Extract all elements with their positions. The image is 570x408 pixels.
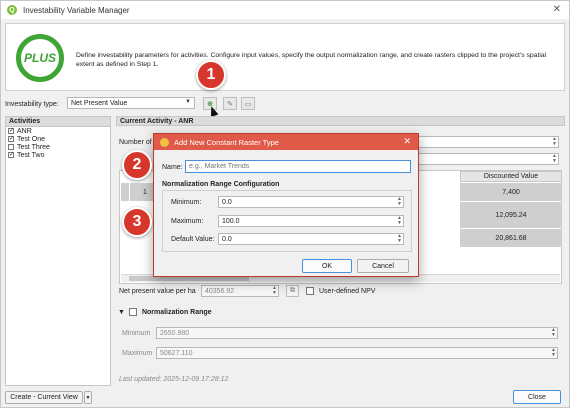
remove-raster-type-button[interactable]: ▭ (241, 97, 255, 110)
row-header[interactable] (121, 183, 129, 201)
cancel-button[interactable]: Cancel (357, 259, 409, 273)
callout-badge-2: 2 (122, 150, 152, 180)
callout-badge-3: 3 (122, 207, 152, 237)
investability-type-label: Investability type: (5, 100, 59, 108)
default-value-input[interactable]: 0.0 ▲ ▼ (218, 233, 404, 245)
normalization-max-label: Maximum (122, 350, 153, 357)
user-defined-npv-row[interactable]: User-defined NPV (306, 287, 375, 295)
maximum-label: Maximum: (171, 218, 204, 225)
investability-type-value: Net Present Value (71, 99, 128, 107)
activity-label: Test Two (17, 151, 45, 159)
normalization-max-input[interactable]: 50627.110 ▲ ▼ (156, 347, 558, 359)
name-label: Name: (162, 164, 183, 171)
spin-arrows-icon: ▲ ▼ (551, 327, 556, 338)
normalization-config-group: Minimum: 0.0 ▲ ▼ Maximum: 100.0 ▲ ▼ Defaul… (162, 190, 412, 252)
minimum-value: 0.0 (222, 198, 232, 206)
chevron-down-icon: ▼ (185, 99, 191, 105)
activity-item-test-two[interactable]: ✓ Test Two (6, 151, 110, 159)
activity-label: Test One (17, 135, 46, 143)
current-activity-header: Current Activity - ANR (116, 116, 565, 126)
minimum-input[interactable]: 0.0 ▲ ▼ (218, 196, 404, 208)
spin-arrows-icon: ▲ ▼ (397, 196, 402, 207)
group-title: Normalization Range Configuration (162, 181, 280, 188)
close-button[interactable]: Close (513, 390, 561, 404)
copy-icon[interactable]: ⧉ (286, 285, 299, 297)
normalization-section-header[interactable]: ▼ Normalization Range (118, 308, 212, 316)
default-value-label: Default Value: (171, 236, 215, 243)
ok-button-label: OK (321, 262, 333, 270)
create-current-view-button[interactable]: Create - Current View (5, 391, 83, 404)
collapse-triangle-icon[interactable]: ▼ (118, 309, 125, 316)
discounted-value-header: Discounted Value (460, 171, 562, 182)
minimum-label: Minimum: (171, 199, 202, 206)
activities-panel: Activities ✓ ANR ✓ Test One Test Three ✓… (5, 116, 111, 386)
checkbox-unchecked-icon[interactable] (8, 144, 14, 150)
create-options-dropdown[interactable]: ▼ (84, 391, 92, 404)
window-title: Investability Variable Manager (23, 5, 130, 15)
create-button-label: Create - Current View (10, 394, 78, 401)
qgis-app-icon: Q (7, 5, 17, 15)
main-window: Q Investability Variable Manager ✕ PLUS … (0, 0, 570, 408)
spin-arrows-icon: ▲ ▼ (397, 215, 402, 226)
close-icon[interactable]: ✕ (403, 136, 411, 147)
checkbox-checked-icon[interactable]: ✓ (8, 152, 14, 158)
number-of-years-label: Number of (119, 139, 152, 146)
title-bar: Q Investability Variable Manager ✕ (1, 1, 569, 19)
cplus-logo: PLUS (16, 34, 64, 82)
close-icon[interactable]: ✕ (553, 4, 561, 15)
callout-badge-1: 1 (196, 60, 226, 90)
checkbox-unchecked-icon[interactable] (306, 287, 314, 295)
dialog-title-bar: Add New Constant Raster Type ✕ (154, 134, 418, 150)
close-button-label: Close (528, 393, 546, 401)
normalization-min-input[interactable]: 2650.980 ▲ ▼ (156, 327, 558, 339)
logo-text: PLUS (23, 51, 56, 65)
cancel-button-label: Cancel (372, 262, 394, 270)
activity-item-test-three[interactable]: Test Three (6, 143, 110, 151)
table-cell[interactable]: 20,861.68 (460, 229, 562, 247)
activity-label: ANR (17, 127, 32, 135)
checkbox-unchecked-icon[interactable] (128, 308, 137, 316)
user-defined-npv-label: User-defined NPV (319, 287, 376, 295)
spin-arrows-icon: ▲ ▼ (272, 285, 277, 296)
spin-arrows-icon: ▲ ▼ (397, 233, 402, 244)
dialog-title: Add New Constant Raster Type (174, 137, 279, 147)
normalization-max-value: 50627.110 (160, 349, 193, 357)
default-value: 0.0 (222, 235, 232, 243)
activity-item-anr[interactable]: ✓ ANR (6, 127, 110, 135)
spin-arrows-icon: ▲ ▼ (552, 153, 557, 164)
activity-item-test-one[interactable]: ✓ Test One (6, 135, 110, 143)
activity-label: Test Three (17, 143, 50, 151)
npv-value: 40356.92 (205, 287, 235, 295)
banner-description: Define investability parameters for acti… (76, 52, 547, 68)
spin-arrows-icon: ▲ ▼ (551, 347, 556, 358)
checkbox-checked-icon[interactable]: ✓ (8, 128, 14, 134)
spin-arrows-icon: ▲ ▼ (552, 136, 557, 147)
npv-per-ha-label: Net present value per ha (119, 288, 196, 295)
normalization-range-label: Normalization Range (141, 308, 212, 316)
table-cell[interactable]: 12,095.24 (460, 202, 562, 228)
name-input[interactable] (185, 160, 411, 173)
last-updated-text: Last updated: 2025-12-09 17:28:12 (119, 376, 229, 383)
chevron-down-icon: ▼ (85, 394, 91, 401)
investability-toolbar: Investability type: (5, 97, 59, 111)
header-banner: PLUS Define investability parameters for… (5, 23, 565, 91)
npv-per-ha-input[interactable]: 40356.92 ▲ ▼ (201, 285, 279, 297)
add-raster-type-dialog: Add New Constant Raster Type ✕ Name: Nor… (153, 133, 419, 277)
investability-type-select[interactable]: Net Present Value ▼ (67, 97, 195, 109)
maximum-input[interactable]: 100.0 ▲ ▼ (218, 215, 404, 227)
edit-raster-type-button[interactable]: ✎ (223, 97, 237, 110)
normalization-min-label: Minimum (122, 330, 151, 337)
normalization-min-value: 2650.980 (160, 329, 190, 337)
dialog-app-icon (160, 137, 169, 147)
ok-button[interactable]: OK (302, 259, 352, 273)
activities-header: Activities (6, 117, 110, 127)
maximum-value: 100.0 (222, 217, 240, 225)
table-cell[interactable]: 7,400 (460, 183, 562, 201)
checkbox-checked-icon[interactable]: ✓ (8, 136, 14, 142)
